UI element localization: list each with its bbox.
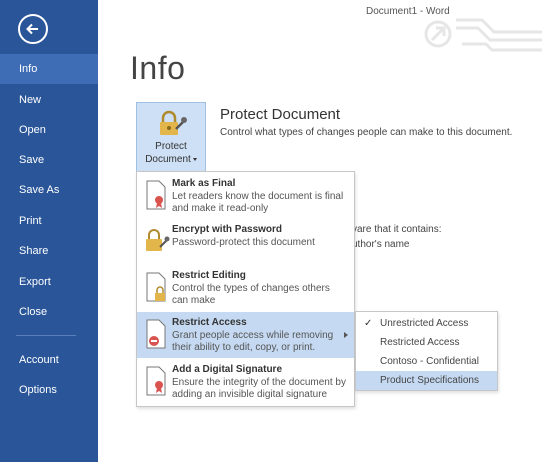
menu-item-title: Restrict Editing	[172, 270, 246, 281]
nav-account[interactable]: Account	[0, 345, 98, 375]
nav-print[interactable]: Print	[0, 206, 98, 236]
submenu-item-label: Product Specifications	[380, 375, 479, 386]
author-text-partial: uthor's name	[352, 239, 410, 250]
protect-document-menu: Mark as Final Let readers know the docum…	[136, 171, 355, 407]
inspect-text-partial: vare that it contains:	[352, 224, 442, 235]
circuit-decoration-icon	[424, 18, 542, 52]
restrict-access-submenu: ✓ Unrestricted Access Restricted Access …	[355, 311, 498, 391]
protect-document-button[interactable]: Protect Document	[136, 102, 206, 172]
nav-export[interactable]: Export	[0, 267, 98, 297]
dropdown-caret-icon	[192, 157, 197, 161]
back-arrow-icon	[26, 23, 38, 35]
nav-open[interactable]: Open	[0, 115, 98, 145]
menu-item-desc: Control the types of changes others can …	[172, 283, 330, 306]
submenu-unrestricted-access[interactable]: ✓ Unrestricted Access	[356, 314, 497, 333]
protect-description: Control what types of changes people can…	[220, 127, 513, 138]
protect-button-label-2-text: Document	[145, 154, 191, 165]
lock-key-icon	[146, 229, 170, 251]
protect-heading: Protect Document	[220, 106, 341, 123]
menu-item-restrict-access[interactable]: Restrict Access Grant people access whil…	[137, 312, 354, 358]
nav-close[interactable]: Close	[0, 297, 98, 327]
nav-save[interactable]: Save	[0, 145, 98, 175]
page-title: Info	[130, 50, 186, 86]
menu-item-desc: Ensure the integrity of the document by …	[172, 377, 346, 400]
menu-item-title: Encrypt with Password	[172, 224, 283, 235]
menu-item-restrict-editing[interactable]: Restrict Editing Control the types of ch…	[137, 266, 354, 310]
submenu-contoso-confidential[interactable]: Contoso - Confidential	[356, 352, 497, 371]
document-ribbon-icon	[146, 366, 166, 396]
document-lock-icon	[146, 272, 166, 302]
nav-separator	[16, 335, 76, 336]
menu-item-title: Restrict Access	[172, 317, 247, 328]
submenu-item-label: Unrestricted Access	[380, 318, 469, 329]
menu-item-title: Add a Digital Signature	[172, 364, 283, 375]
nav-options[interactable]: Options	[0, 375, 98, 405]
submenu-arrow-icon	[344, 332, 348, 338]
submenu-item-label: Restricted Access	[380, 337, 460, 348]
checkmark-icon: ✓	[364, 318, 373, 329]
menu-item-desc: Let readers know the document is final a…	[172, 191, 344, 214]
submenu-restricted-access[interactable]: Restricted Access	[356, 333, 497, 352]
nav-new[interactable]: New	[0, 85, 98, 115]
protect-button-label-1: Protect	[155, 141, 187, 152]
lock-key-icon	[160, 110, 187, 135]
menu-item-add-digital-signature[interactable]: Add a Digital Signature Ensure the integ…	[137, 360, 354, 404]
menu-item-mark-as-final[interactable]: Mark as Final Let readers know the docum…	[137, 174, 354, 218]
back-button[interactable]	[18, 14, 48, 44]
nav-info[interactable]: Info	[0, 54, 98, 84]
document-block-icon	[146, 319, 166, 349]
menu-item-encrypt-with-password[interactable]: Encrypt with Password Password-protect t…	[137, 220, 354, 264]
document-ribbon-icon	[146, 180, 166, 210]
backstage-sidebar: Info New Open Save Save As Print Share E…	[0, 0, 98, 462]
protect-button-label-2: Document	[137, 154, 205, 165]
nav-save-as[interactable]: Save As	[0, 175, 98, 205]
menu-item-desc: Password-protect this document	[172, 237, 315, 248]
menu-item-title: Mark as Final	[172, 178, 236, 189]
menu-item-desc: Grant people access while removing their…	[172, 330, 334, 353]
submenu-item-label: Contoso - Confidential	[380, 356, 479, 367]
nav-share[interactable]: Share	[0, 236, 98, 266]
submenu-product-specifications[interactable]: Product Specifications	[356, 371, 497, 390]
